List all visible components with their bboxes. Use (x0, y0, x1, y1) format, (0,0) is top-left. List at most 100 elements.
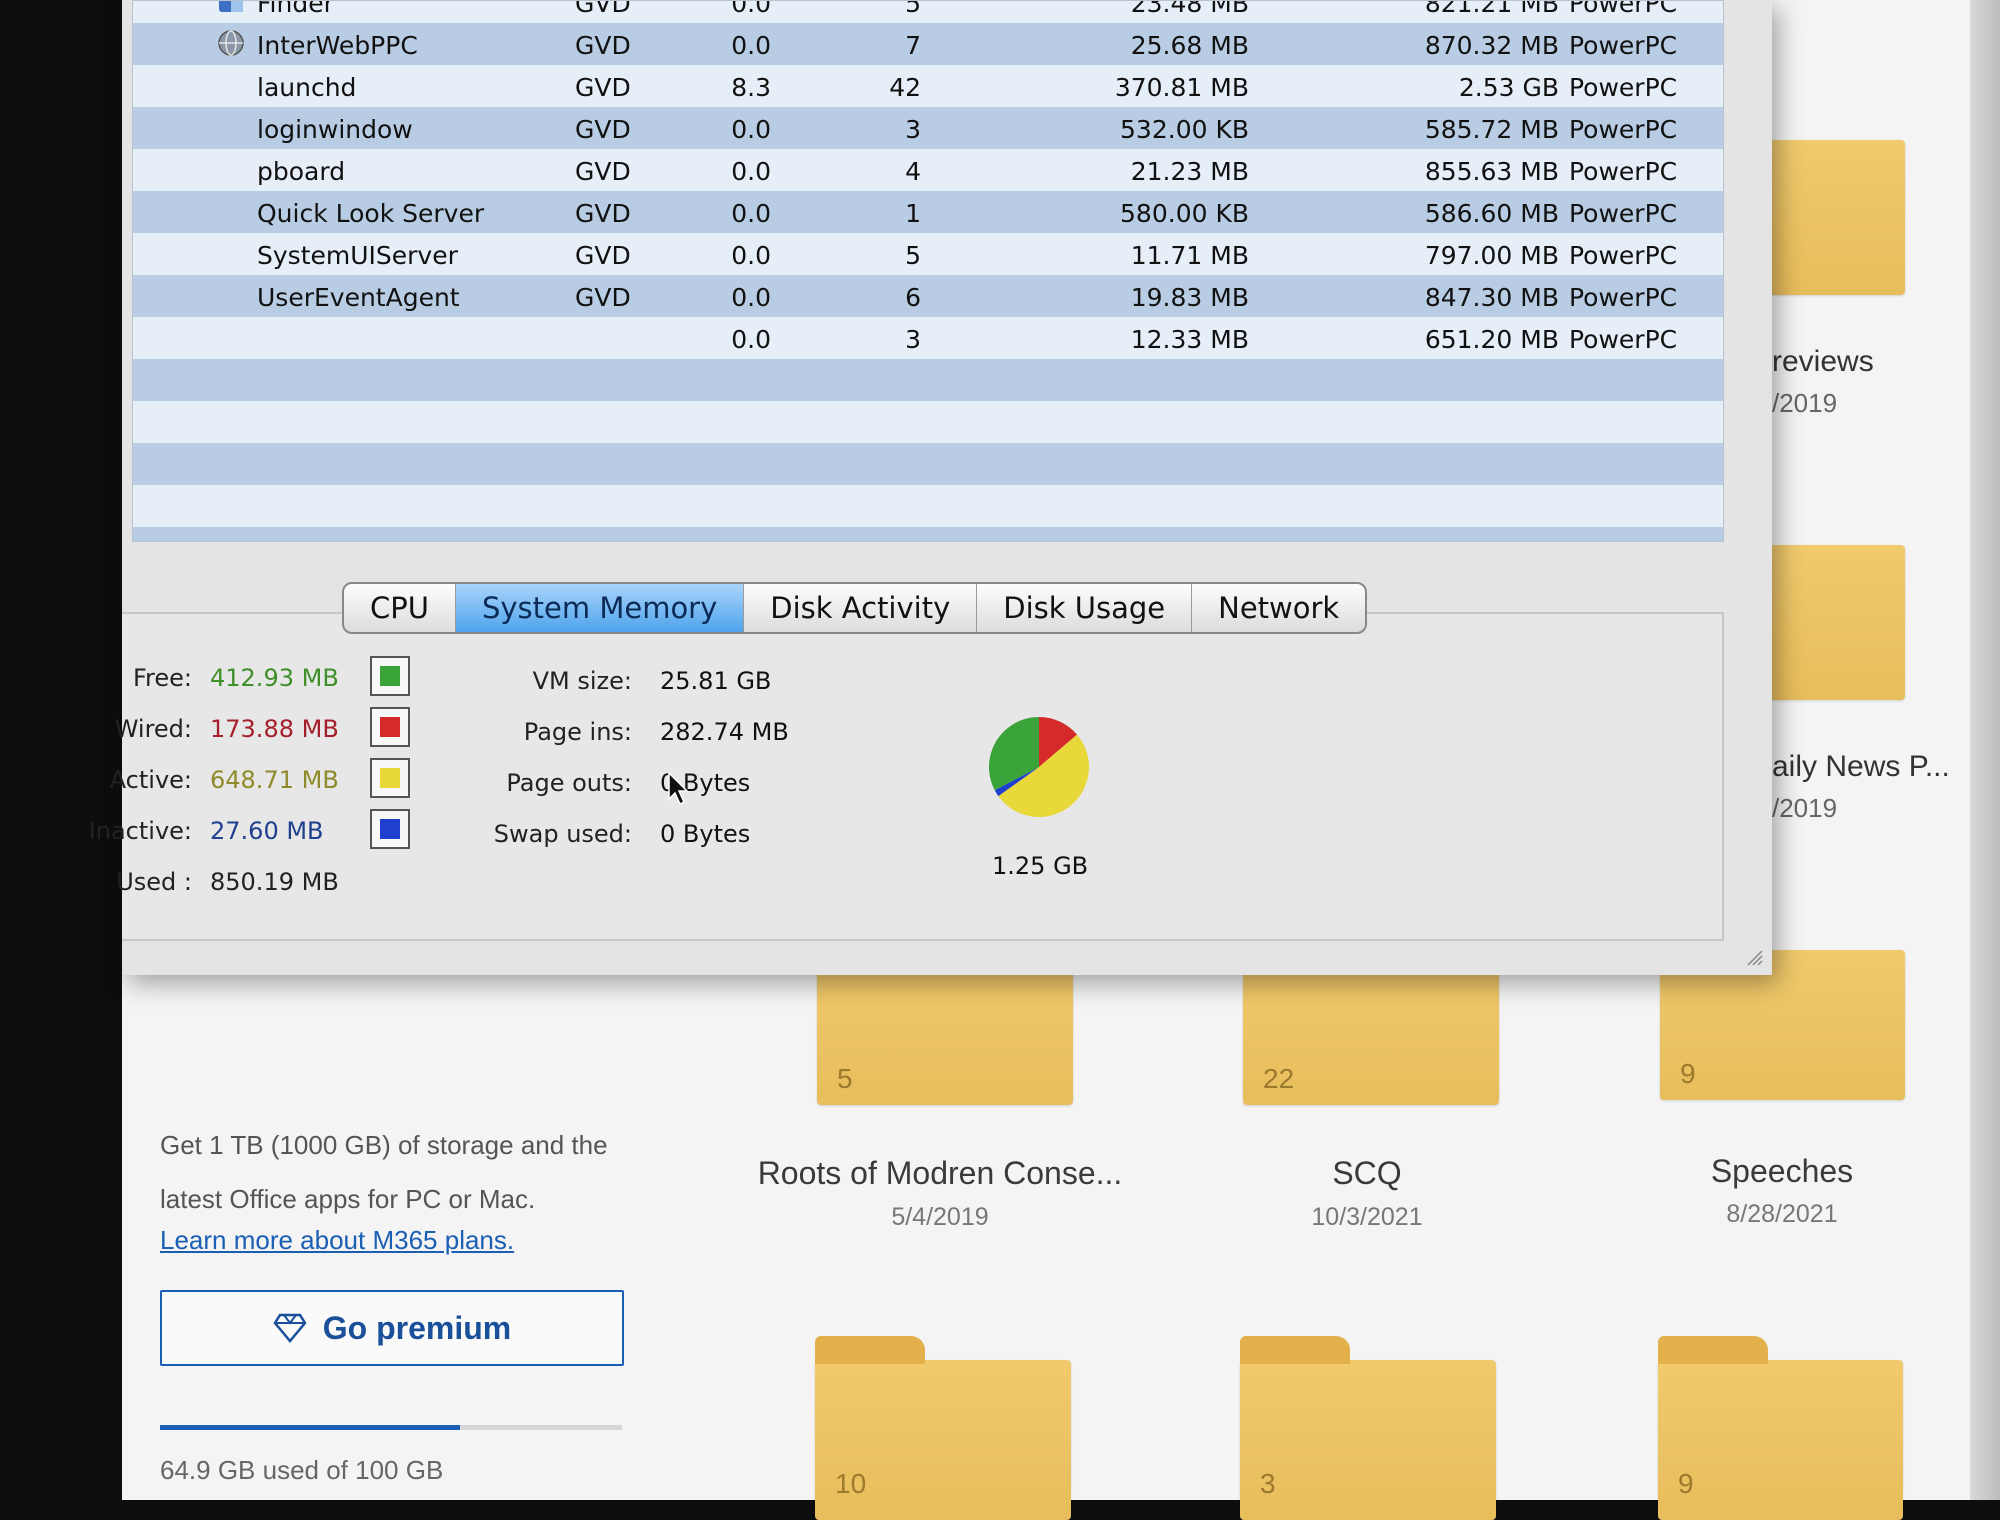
folder-roots[interactable]: 5 (817, 955, 1073, 1105)
tab-cpu[interactable]: CPU (344, 584, 456, 632)
empty-table-row (133, 485, 1723, 527)
process-virtual-memory: 651.20 MB (1424, 325, 1559, 354)
process-threads: 6 (905, 283, 921, 312)
process-row[interactable]: launchd GVD 8.3 42 370.81 MB 2.53 GB PowerPC (133, 65, 1723, 107)
free-color-swatch[interactable] (370, 656, 410, 696)
process-real-memory: 11.71 MB (1130, 241, 1249, 270)
folder-title[interactable]: SCQ (1157, 1155, 1577, 1192)
globe-icon (217, 29, 247, 59)
swap-used-value: 0 Bytes (660, 820, 751, 848)
process-user: GVD (575, 115, 631, 144)
go-premium-label: Go premium (322, 1309, 512, 1346)
process-user: GVD (575, 157, 631, 186)
storage-usage-bar (160, 1425, 622, 1430)
process-threads: 3 (905, 115, 921, 144)
process-row[interactable]: pboard GVD 0.0 4 21.23 MB 855.63 MB PowerPC (133, 149, 1723, 191)
premium-promo-text: Get 1 TB (1000 GB) of storage and the la… (160, 1130, 608, 1214)
active-memory-value: 648.71 MB (210, 766, 339, 794)
process-table[interactable]: Finder GVD 0.0 5 23.48 MB 821.21 MB PowerPC Int… (132, 0, 1724, 542)
process-name: Quick Look Server (257, 199, 485, 228)
folder-partial-1-title: reviews (1772, 345, 1874, 378)
process-cpu: 0.0 (731, 0, 771, 18)
m365-plans-link[interactable]: Learn more about M365 plans. (160, 1225, 514, 1256)
process-row[interactable]: 0.0 3 12.33 MB 651.20 MB PowerPC (133, 317, 1723, 359)
folder-item-count: 9 (1680, 1058, 1696, 1089)
process-cpu: 0.0 (731, 31, 771, 60)
folder-bottom-1[interactable]: 10 (815, 1336, 1071, 1520)
tab-disk-activity[interactable]: Disk Activity (744, 584, 978, 632)
folder-item-count: 5 (837, 1063, 853, 1094)
process-real-memory: 12.33 MB (1130, 325, 1249, 354)
tab-network[interactable]: Network (1192, 584, 1365, 632)
process-real-memory: 370.81 MB (1114, 73, 1249, 102)
folder-bottom-2[interactable]: 3 (1240, 1336, 1496, 1520)
process-kind: PowerPC (1569, 115, 1678, 144)
process-cpu: 0.0 (731, 157, 771, 186)
process-virtual-memory: 855.63 MB (1424, 157, 1559, 186)
folder-title[interactable]: Speeches (1572, 1153, 1992, 1190)
folder-title[interactable]: Roots of Modren Conse... (730, 1155, 1150, 1192)
free-memory-label: Free: (132, 664, 192, 692)
process-row[interactable]: Quick Look Server GVD 0.0 1 580.00 KB 586.60 … (133, 191, 1723, 233)
inactive-memory-label: Inactive: (88, 817, 192, 845)
used-memory-value: 850.19 MB (210, 868, 339, 896)
folder-item-count: 3 (1260, 1468, 1276, 1499)
activity-tab-bar: CPU System Memory Disk Activity Disk Usa… (342, 582, 1368, 634)
process-cpu: 0.0 (731, 325, 771, 354)
activity-monitor-window: Finder GVD 0.0 5 23.48 MB 821.21 MB PowerPC Int… (89, 0, 1772, 975)
process-row[interactable]: loginwindow GVD 0.0 3 532.00 KB 585.72 MB Powe… (133, 107, 1723, 149)
process-user: GVD (575, 73, 631, 102)
vm-size-value: 25.81 GB (660, 667, 772, 695)
process-kind: PowerPC (1569, 73, 1678, 102)
go-premium-button[interactable]: Go premium (160, 1290, 624, 1366)
process-name: Finder (257, 0, 334, 18)
storage-usage-text: 64.9 GB used of 100 GB (160, 1455, 444, 1485)
process-cpu: 0.0 (731, 241, 771, 270)
vm-size-label: VM size: (532, 667, 632, 695)
folder-partial-2[interactable] (1770, 545, 1905, 700)
empty-table-row (133, 443, 1723, 485)
process-threads: 7 (905, 31, 921, 60)
process-virtual-memory: 2.53 GB (1458, 73, 1559, 102)
process-virtual-memory: 821.21 MB (1424, 0, 1559, 18)
folder-partial-1[interactable] (1770, 140, 1905, 295)
process-row[interactable]: Finder GVD 0.0 5 23.48 MB 821.21 MB PowerPC (133, 0, 1723, 23)
process-row[interactable]: SystemUIServer GVD 0.0 5 11.71 MB 797.00 MB Po… (133, 233, 1723, 275)
resize-grip-icon[interactable] (1746, 949, 1764, 967)
folder-date: 8/28/2021 (1726, 1200, 1838, 1228)
process-row[interactable]: InterWebPPC GVD 0.0 7 25.68 MB 870.32 MB Power… (133, 23, 1723, 65)
process-kind: PowerPC (1569, 241, 1678, 270)
process-real-memory: 23.48 MB (1130, 0, 1249, 18)
folder-bottom-3[interactable]: 9 (1658, 1336, 1903, 1520)
active-memory-label: Active: (109, 766, 192, 794)
folder-scq[interactable]: 22 (1243, 955, 1499, 1105)
used-memory-label: Used : (116, 868, 192, 896)
active-color-swatch[interactable] (370, 758, 410, 798)
inactive-memory-value: 27.60 MB (210, 817, 324, 845)
screen-edge (1970, 0, 2000, 1500)
process-kind: PowerPC (1569, 199, 1678, 228)
process-virtual-memory: 586.60 MB (1424, 199, 1559, 228)
process-virtual-memory: 847.30 MB (1424, 283, 1559, 312)
memory-total-label: 1.25 GB (992, 852, 1089, 880)
process-name: InterWebPPC (257, 31, 418, 60)
inactive-color-swatch[interactable] (370, 809, 410, 849)
diamond-icon (273, 1313, 307, 1343)
tab-system-memory[interactable]: System Memory (455, 584, 745, 632)
process-name: loginwindow (257, 115, 413, 144)
process-kind: PowerPC (1569, 0, 1678, 18)
process-virtual-memory: 585.72 MB (1424, 115, 1559, 144)
process-kind: PowerPC (1569, 157, 1678, 186)
mouse-cursor-icon (668, 772, 689, 806)
process-threads: 3 (905, 325, 921, 354)
tab-disk-usage[interactable]: Disk Usage (977, 584, 1193, 632)
page-ins-label: Page ins: (523, 718, 632, 746)
process-row[interactable]: UserEventAgent GVD 0.0 6 19.83 MB 847.30 MB Po… (133, 275, 1723, 317)
empty-table-row (133, 527, 1723, 541)
wired-color-swatch[interactable] (370, 707, 410, 747)
wired-memory-label: Wired: (114, 715, 192, 743)
process-user: GVD (575, 31, 631, 60)
folder-partial-2-title: aily News P... (1772, 750, 1950, 783)
process-kind: PowerPC (1569, 283, 1678, 312)
folder-item-count: 22 (1263, 1063, 1295, 1094)
